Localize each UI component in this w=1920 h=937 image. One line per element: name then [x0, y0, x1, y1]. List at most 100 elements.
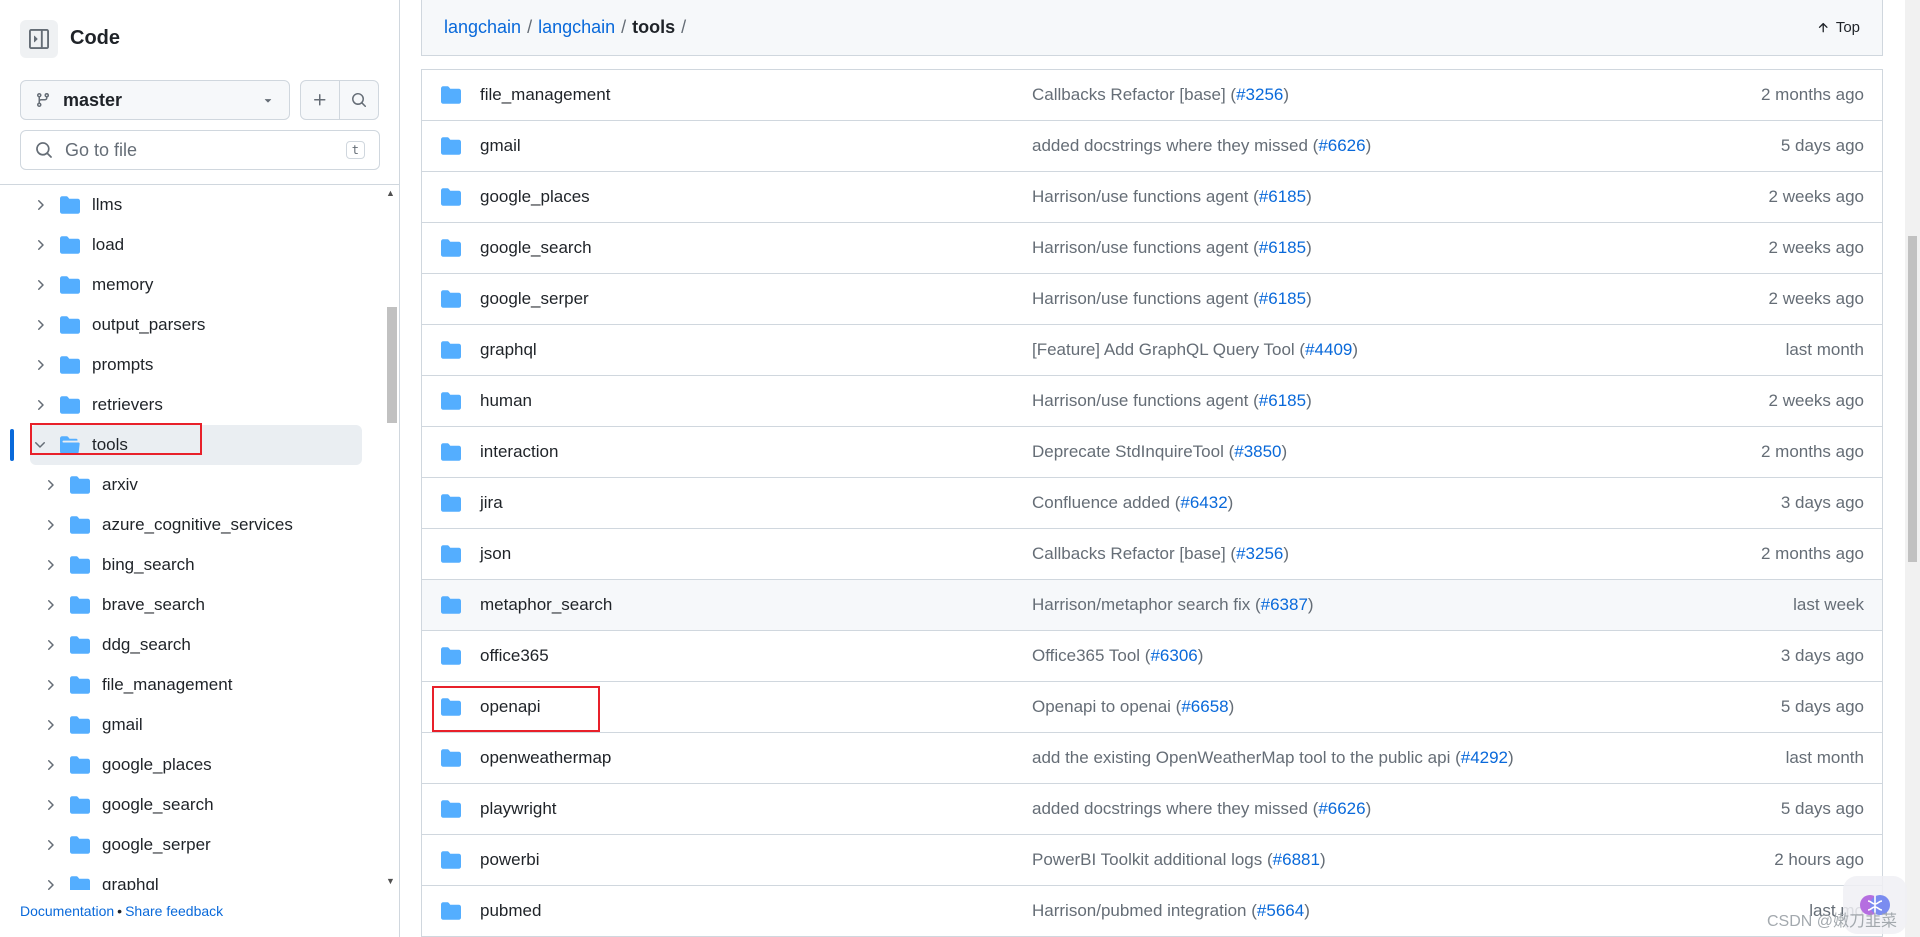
commit-message-text[interactable]: Callbacks Refactor [base] ( [1032, 85, 1236, 104]
tree-item-graphql[interactable]: graphql [0, 865, 382, 890]
pull-request-link[interactable]: #6626 [1318, 136, 1365, 155]
pull-request-link[interactable]: #5664 [1257, 901, 1304, 920]
file-row[interactable]: google_search Harrison/use functions agen… [422, 223, 1882, 274]
commit-message[interactable]: Openapi to openai (#6658) [1032, 697, 1582, 717]
file-name-link[interactable]: jira [477, 493, 1032, 513]
pull-request-link[interactable]: #6185 [1259, 391, 1306, 410]
chevron-right-icon[interactable] [40, 797, 60, 813]
commit-message[interactable]: Callbacks Refactor [base] (#3256) [1032, 85, 1582, 105]
file-name-link[interactable]: gmail [477, 136, 1032, 156]
add-file-button[interactable] [300, 80, 340, 120]
commit-message[interactable]: Harrison/use functions agent (#6185) [1032, 289, 1582, 309]
file-name-link[interactable]: json [477, 544, 1032, 564]
file-row[interactable]: powerbi PowerBI Toolkit additional logs (… [422, 835, 1882, 886]
commit-message[interactable]: added docstrings where they missed (#662… [1032, 799, 1582, 819]
file-name-link[interactable]: playwright [477, 799, 1032, 819]
tree-item-prompts[interactable]: prompts [0, 345, 382, 385]
commit-message-text[interactable]: Harrison/use functions agent ( [1032, 391, 1259, 410]
documentation-link[interactable]: Documentation [20, 903, 114, 919]
breadcrumb-folder-link[interactable]: langchain [538, 17, 615, 38]
file-row[interactable]: google_places Harrison/use functions agen… [422, 172, 1882, 223]
file-row[interactable]: metaphor_search Harrison/metaphor search … [422, 580, 1882, 631]
tree-item-file-management[interactable]: file_management [0, 665, 382, 705]
commit-message-text[interactable]: add the existing OpenWeatherMap tool to … [1032, 748, 1461, 767]
commit-message-text[interactable]: Office365 Tool ( [1032, 646, 1150, 665]
pull-request-link[interactable]: #6185 [1259, 289, 1306, 308]
share-feedback-link[interactable]: Share feedback [125, 903, 223, 919]
tree-item-gmail[interactable]: gmail [0, 705, 382, 745]
pull-request-link[interactable]: #6387 [1261, 595, 1308, 614]
chevron-right-icon[interactable] [30, 357, 50, 373]
breadcrumb-repo-link[interactable]: langchain [444, 17, 521, 38]
commit-message-text[interactable]: [Feature] Add GraphQL Query Tool ( [1032, 340, 1305, 359]
chevron-right-icon[interactable] [40, 517, 60, 533]
file-row[interactable]: graphql [Feature] Add GraphQL Query Tool … [422, 325, 1882, 376]
pull-request-link[interactable]: #6185 [1259, 238, 1306, 257]
pull-request-link[interactable]: #3256 [1236, 544, 1283, 563]
commit-message[interactable]: added docstrings where they missed (#662… [1032, 136, 1582, 156]
commit-message[interactable]: [Feature] Add GraphQL Query Tool (#4409) [1032, 340, 1582, 360]
file-name-link[interactable]: openweathermap [477, 748, 1032, 768]
pull-request-link[interactable]: #6306 [1150, 646, 1197, 665]
commit-message[interactable]: Harrison/use functions agent (#6185) [1032, 187, 1582, 207]
chevron-right-icon[interactable] [30, 397, 50, 413]
scroll-top-button[interactable]: Top [1816, 19, 1860, 36]
tree-item-azure-cognitive-services[interactable]: azure_cognitive_services [0, 505, 382, 545]
commit-message[interactable]: add the existing OpenWeatherMap tool to … [1032, 748, 1582, 768]
tree-item-retrievers[interactable]: retrievers [0, 385, 382, 425]
chevron-right-icon[interactable] [40, 557, 60, 573]
commit-message[interactable]: Office365 Tool (#6306) [1032, 646, 1582, 666]
file-name-link[interactable]: openapi [477, 697, 1032, 717]
chevron-right-icon[interactable] [30, 197, 50, 213]
tree-item-google-places[interactable]: google_places [0, 745, 382, 785]
file-name-link[interactable]: office365 [477, 646, 1032, 666]
tree-item-output-parsers[interactable]: output_parsers [0, 305, 382, 345]
pull-request-link[interactable]: #4292 [1461, 748, 1508, 767]
pull-request-link[interactable]: #6185 [1259, 187, 1306, 206]
commit-message-text[interactable]: Harrison/metaphor search fix ( [1032, 595, 1261, 614]
page-scrollbar-thumb[interactable] [1908, 236, 1917, 562]
commit-message[interactable]: Harrison/use functions agent (#6185) [1032, 391, 1582, 411]
pull-request-link[interactable]: #6658 [1181, 697, 1228, 716]
pull-request-link[interactable]: #3850 [1234, 442, 1281, 461]
pull-request-link[interactable]: #6881 [1273, 850, 1320, 869]
commit-message[interactable]: Harrison/pubmed integration (#5664) [1032, 901, 1582, 921]
commit-message-text[interactable]: Confluence added ( [1032, 493, 1180, 512]
go-to-file-field[interactable]: t [20, 130, 380, 170]
file-name-link[interactable]: pubmed [477, 901, 1032, 921]
tree-item-memory[interactable]: memory [0, 265, 382, 305]
commit-message[interactable]: Harrison/use functions agent (#6185) [1032, 238, 1582, 258]
file-name-link[interactable]: powerbi [477, 850, 1032, 870]
tree-scrollbar-thumb[interactable] [387, 307, 397, 423]
chevron-right-icon[interactable] [40, 717, 60, 733]
tree-item-load[interactable]: load [0, 225, 382, 265]
commit-message-text[interactable]: Harrison/pubmed integration ( [1032, 901, 1257, 920]
file-row[interactable]: interaction Deprecate StdInquireTool (#38… [422, 427, 1882, 478]
tree-item-google-serper[interactable]: google_serper [0, 825, 382, 865]
commit-message[interactable]: PowerBI Toolkit additional logs (#6881) [1032, 850, 1582, 870]
tree-scrollbar[interactable] [384, 185, 398, 890]
file-row[interactable]: openapi Openapi to openai (#6658) 5 days a… [422, 682, 1882, 733]
pull-request-link[interactable]: #4409 [1305, 340, 1352, 359]
tree-item-bing-search[interactable]: bing_search [0, 545, 382, 585]
chevron-right-icon[interactable] [40, 837, 60, 853]
file-name-link[interactable]: human [477, 391, 1032, 411]
chevron-right-icon[interactable] [40, 597, 60, 613]
commit-message[interactable]: Confluence added (#6432) [1032, 493, 1582, 513]
commit-message[interactable]: Callbacks Refactor [base] (#3256) [1032, 544, 1582, 564]
file-row[interactable]: gmail added docstrings where they missed … [422, 121, 1882, 172]
tree-item-llms[interactable]: llms [0, 185, 382, 225]
branch-selector[interactable]: master [20, 80, 290, 120]
go-to-file-input[interactable] [65, 139, 346, 161]
scroll-down-arrow[interactable]: ▼ [386, 876, 395, 886]
file-row[interactable]: human Harrison/use functions agent (#6185… [422, 376, 1882, 427]
commit-message-text[interactable]: added docstrings where they missed ( [1032, 136, 1318, 155]
commit-message-text[interactable]: Harrison/use functions agent ( [1032, 289, 1259, 308]
scroll-up-arrow[interactable]: ▲ [386, 188, 395, 198]
pull-request-link[interactable]: #6432 [1180, 493, 1227, 512]
file-row[interactable]: office365 Office365 Tool (#6306) 3 days ag… [422, 631, 1882, 682]
commit-message-text[interactable]: Callbacks Refactor [base] ( [1032, 544, 1236, 563]
chevron-right-icon[interactable] [40, 477, 60, 493]
file-row[interactable]: google_serper Harrison/use functions agen… [422, 274, 1882, 325]
chevron-right-icon[interactable] [30, 237, 50, 253]
